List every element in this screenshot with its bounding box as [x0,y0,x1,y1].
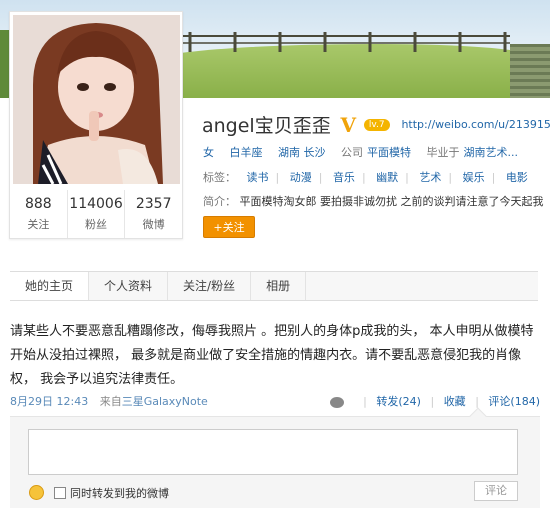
comment-submit-button[interactable]: 评论 [474,481,518,501]
post-actions: | 转发(24) | 收藏 | 评论(184) [329,393,540,409]
tag-item[interactable]: 艺术 [419,171,441,184]
tag-item[interactable]: 读书 [247,171,269,184]
comment-box: 同时转发到我的微博 评论 [10,407,540,508]
tag-item[interactable]: 电影 [506,171,528,184]
repost-button[interactable]: 转发(24) [376,395,421,408]
profile-tags: 标签： 读书 | 动漫 | 音乐 | 幽默 | 艺术 | 娱乐 | 电影 [203,171,528,184]
tag-item[interactable]: 幽默 [376,171,398,184]
stat-posts-label: 微博 [142,218,165,231]
post-source-link[interactable]: 三星GalaxyNote [122,395,208,408]
post-meta: 8月29日 12:43 来自三星GalaxyNote | 转发(24) | 收藏… [10,393,540,409]
school-link[interactable]: 湖南艺术... [464,146,519,159]
tag-item[interactable]: 音乐 [333,171,355,184]
tags-label: 标签： [203,171,236,184]
profile-name-row: angel宝贝歪歪 V lv.7 http://weibo.com/u/2139… [202,111,550,139]
repost-option-label[interactable]: 同时转发到我的微博 [70,485,169,501]
tag-item[interactable]: 动漫 [290,171,312,184]
stat-following[interactable]: 888 关注 [10,190,68,238]
post-text: 请某些人不要恶意乱糟蹋修改，侮辱我照片 。把别人的身体p成我的头， 本人申明从做… [10,324,534,387]
smile-icon[interactable] [29,485,44,500]
stat-following-value: 888 [24,196,52,212]
stat-posts-value: 2357 [135,196,172,212]
favorite-button[interactable]: 收藏 [444,395,466,408]
profile-stats: 888 关注 114006 粉丝 2357 微博 [10,190,182,238]
comment-count-button[interactable]: 评论(184) [488,395,540,408]
tab-home[interactable]: 她的主页 [10,272,90,300]
follow-button[interactable]: +关注 [203,216,255,238]
company-label: 公司 [341,146,363,159]
level-badge[interactable]: lv.7 [363,118,390,131]
stat-followers-label: 粉丝 [85,218,107,231]
tab-album[interactable]: 相册 [251,272,307,300]
comment-input[interactable] [28,429,518,475]
source-prefix: 来自 [99,395,122,408]
banner-fence [180,32,510,52]
banner-hill [150,44,530,98]
location-link[interactable]: 湖南 长沙 [278,146,326,159]
intro-text: 平面模特淘女郎 要拍摄非诚勿扰 之前的谈判请注意了今天起我 [239,195,544,208]
profile-info-row: 女 白羊座 湖南 长沙 公司 平面模特 毕业于 湖南艺术... [203,144,550,160]
school-label: 毕业于 [426,146,460,159]
stat-following-label: 关注 [27,218,50,231]
profile-intro: 简介： 平面模特淘女郎 要拍摄非诚勿扰 之前的谈判请注意了今天起我 [203,193,550,209]
speech-bubble-icon [329,396,344,408]
company-link[interactable]: 平面模特 [367,146,411,159]
avatar[interactable] [13,15,180,184]
profile-url-link[interactable]: http://weibo.com/u/21391553 [401,118,550,131]
repost-checkbox[interactable] [54,487,66,499]
tag-item[interactable]: 娱乐 [463,171,485,184]
comment-box-arrow [469,407,487,425]
tab-follow-fans[interactable]: 关注/粉丝 [168,272,252,300]
stat-followers-value: 114006 [69,196,123,212]
intro-label: 简介： [203,195,236,208]
avatar-card: 888 关注 114006 粉丝 2357 微博 [9,11,183,239]
gender-link[interactable]: 女 [203,146,214,159]
banner-steps [510,44,550,98]
post-time-link[interactable]: 8月29日 12:43 [10,395,88,408]
zodiac-link[interactable]: 白羊座 [230,146,263,159]
stat-posts[interactable]: 2357 微博 [125,190,182,238]
tab-profile-info[interactable]: 个人资料 [89,272,169,300]
profile-tabs: 她的主页 个人资料 关注/粉丝 相册 [10,271,538,301]
stat-followers[interactable]: 114006 粉丝 [68,190,126,238]
verified-icon[interactable]: V [341,113,357,137]
profile-name: angel宝贝歪歪 [202,115,331,137]
